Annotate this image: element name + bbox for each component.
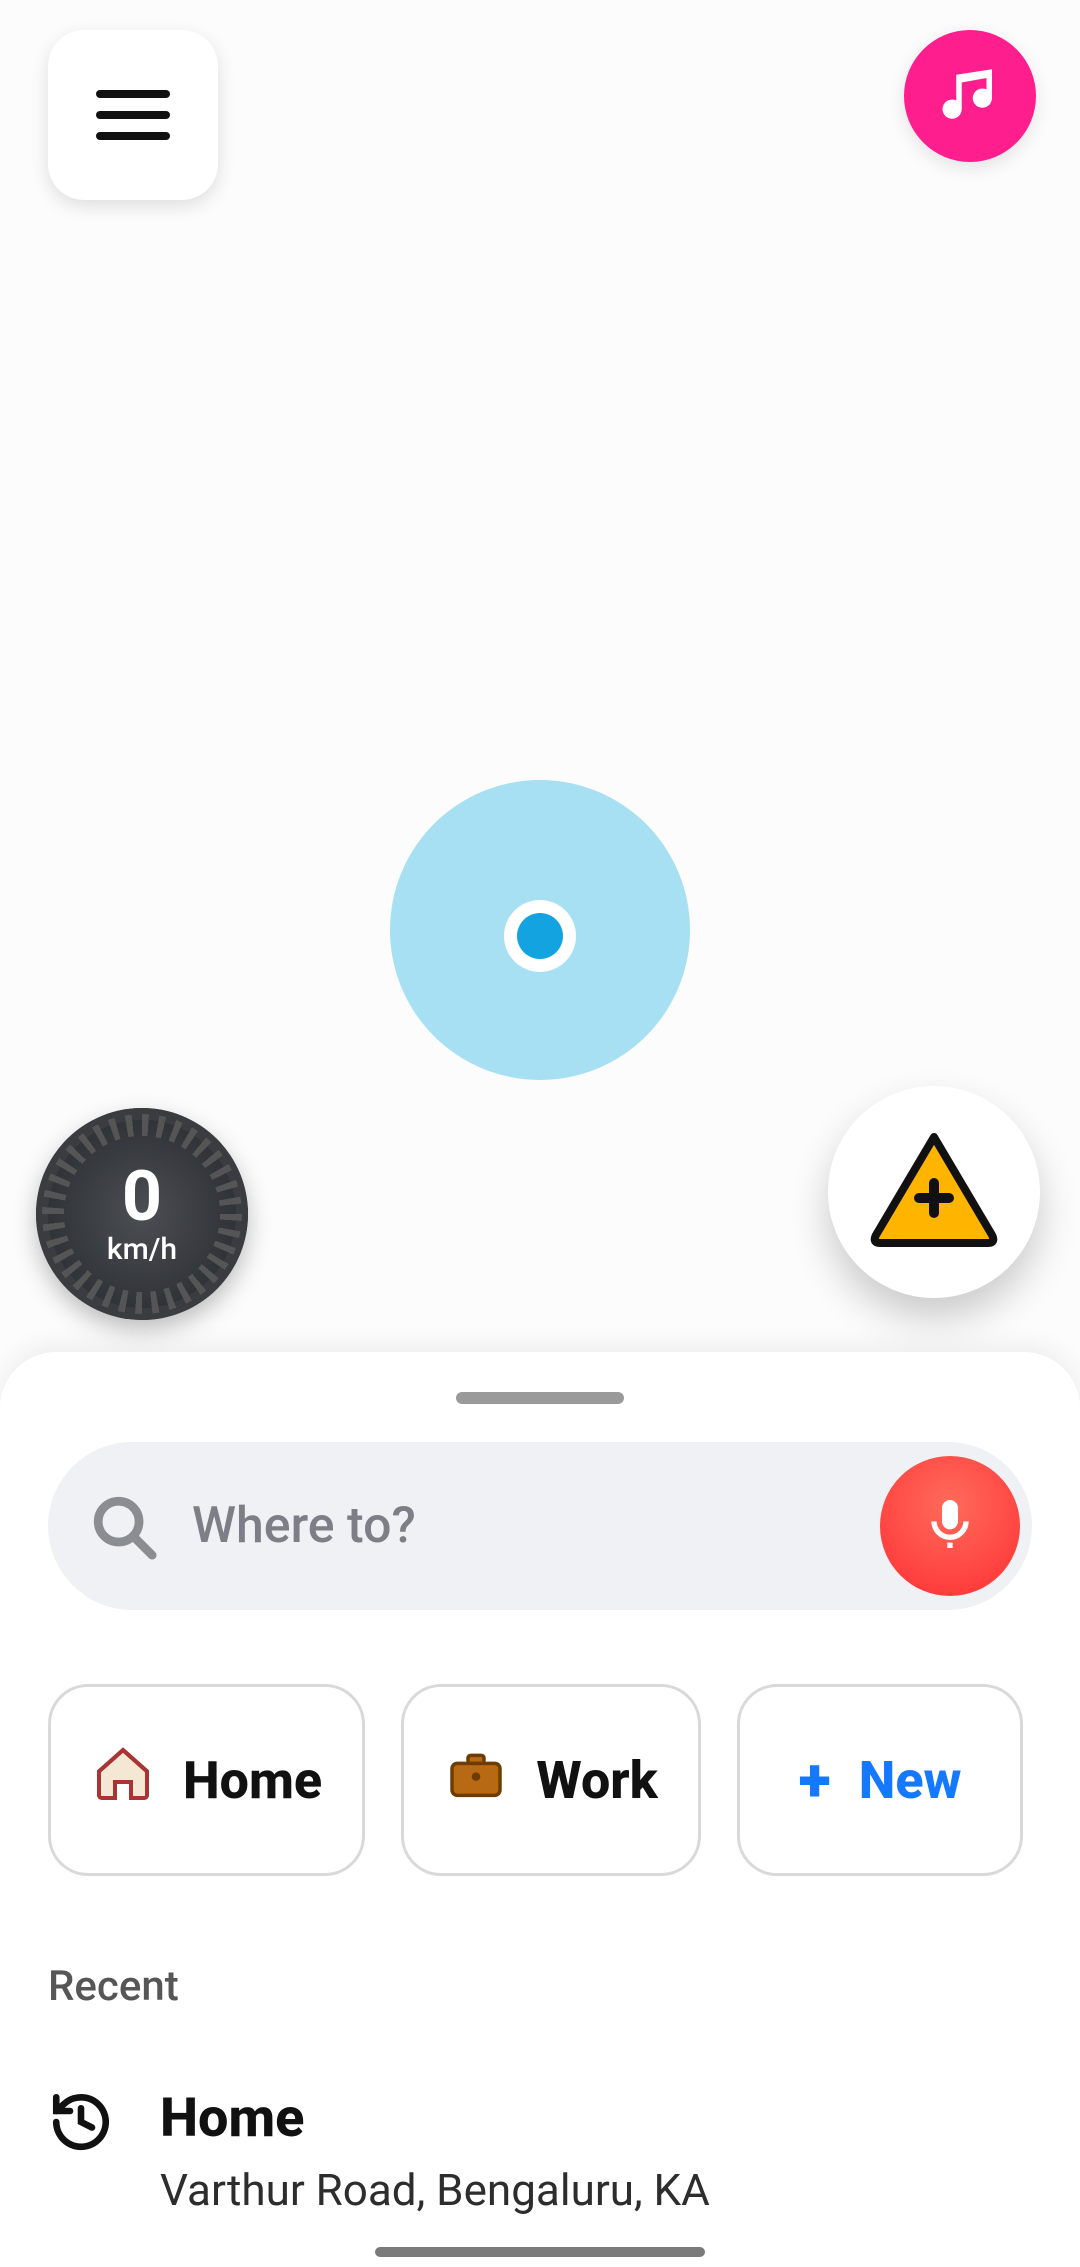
shortcut-label: New (859, 1750, 962, 1811)
recent-item-title: Home (160, 2089, 710, 2148)
search-icon (88, 1491, 158, 1561)
music-button[interactable] (904, 30, 1036, 162)
recent-section-label: Recent (48, 1962, 1032, 2011)
shortcut-label: Work (536, 1750, 657, 1811)
warning-plus-icon (870, 1131, 998, 1253)
recent-item-subtitle: Varthur Road, Bengaluru, KA (160, 2164, 710, 2216)
voice-search-button[interactable] (880, 1456, 1020, 1596)
history-icon (48, 2089, 114, 2159)
sheet-grab-handle[interactable] (456, 1392, 624, 1404)
shortcut-work[interactable]: Work (401, 1684, 701, 1876)
plus-icon: + (799, 1745, 831, 1816)
shortcut-home[interactable]: Home (48, 1684, 365, 1876)
hamburger-icon (96, 90, 170, 140)
menu-button[interactable] (48, 30, 218, 200)
bottom-sheet: Where to? Home (0, 1352, 1080, 2267)
location-dot (504, 900, 576, 972)
recent-item[interactable]: Home Varthur Road, Bengaluru, KA (48, 2089, 1032, 2216)
music-note-icon (937, 61, 1003, 131)
recent-item-text: Home Varthur Road, Bengaluru, KA (160, 2089, 710, 2216)
system-home-indicator[interactable] (375, 2247, 705, 2257)
report-button[interactable] (828, 1086, 1040, 1298)
microphone-icon (918, 1492, 982, 1560)
home-icon (91, 1742, 155, 1819)
shortcut-new[interactable]: + New (737, 1684, 1023, 1876)
speedometer[interactable]: 0 km/h (36, 1108, 248, 1320)
speed-unit: km/h (107, 1232, 177, 1267)
shortcut-label: Home (183, 1750, 322, 1811)
search-input[interactable]: Where to? (48, 1442, 1032, 1610)
speed-value: 0 (122, 1162, 162, 1232)
briefcase-icon (444, 1742, 508, 1819)
shortcut-row: Home Work + New (48, 1684, 1032, 1876)
